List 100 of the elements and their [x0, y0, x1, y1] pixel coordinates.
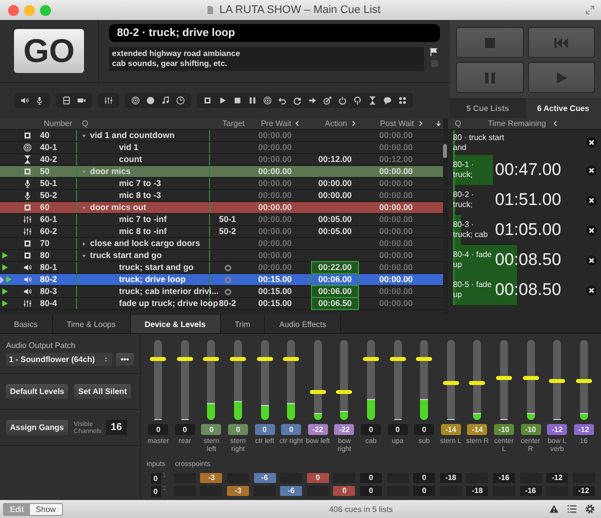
column-header[interactable]: Time Remaining [488, 119, 546, 128]
column-header[interactable]: Q [82, 119, 88, 128]
disclosure-triangle-icon[interactable] [81, 252, 87, 258]
cue-row[interactable]: 80 truck start and go 00:00.00 00:00.00 [0, 250, 443, 262]
dots-grid-icon[interactable] [398, 96, 407, 105]
cue-row[interactable]: 80-2 truck; drive loop 00:15.00 00:06.00 00:00.00 [0, 274, 443, 286]
inspector-tab[interactable]: Device & Levels [130, 315, 221, 333]
panel-tab[interactable]: 5 Cue Lists [450, 98, 526, 118]
cue-row[interactable]: 40-2 count 00:00.00 00:12.00 00:12.00 [0, 154, 443, 166]
cue-row[interactable]: 60-2 mic 8 to -inf 50-2 00:00.00 00:05.00 00:00.00 [0, 226, 443, 238]
close-icon[interactable] [586, 254, 597, 266]
chevron-left-icon[interactable] [552, 120, 559, 127]
cue-row[interactable]: 60-1 mic 7 to -inf 50-1 00:00.00 00:05.00 00:00.00 [0, 214, 443, 226]
inspector-tab[interactable]: Basics [0, 315, 53, 333]
scrollbar-thumb[interactable] [443, 144, 447, 158]
close-icon[interactable] [586, 284, 597, 296]
film-icon[interactable] [62, 96, 71, 105]
active-cue-row[interactable]: 80-1 · truck; 00:47.00 [448, 155, 601, 185]
cue-row[interactable]: 50-1 mic 7 to -3 00:00.00 00:00.00 00:00.00 [0, 178, 443, 190]
column-header[interactable]: Number [44, 119, 72, 128]
list-icon[interactable] [567, 504, 577, 514]
column-header[interactable]: Action [324, 119, 348, 128]
fader-thumb[interactable] [549, 379, 566, 383]
close-icon[interactable] [586, 194, 597, 206]
redo-icon[interactable] [293, 96, 302, 105]
play-icon[interactable] [218, 96, 227, 105]
stop-icon[interactable] [233, 96, 242, 105]
fader-thumb[interactable] [336, 390, 352, 394]
cue-row[interactable]: 40-1 vid 1 00:00.00 00:00.00 [0, 142, 443, 154]
square-icon[interactable] [203, 96, 212, 105]
music-note-icon[interactable] [161, 96, 170, 105]
arrow-right-icon[interactable] [308, 96, 317, 105]
column-header[interactable]: Post Wait [380, 119, 414, 128]
column-header[interactable]: Target [222, 119, 245, 128]
fader-thumb[interactable] [203, 357, 220, 362]
dart-icon[interactable] [323, 96, 332, 105]
down-arrow-icon[interactable] [434, 120, 442, 127]
inspector-tab[interactable]: Audio Effects [265, 315, 342, 333]
flag-icon[interactable] [429, 47, 439, 57]
ring-icon[interactable] [353, 96, 362, 105]
settings-icon[interactable] [585, 504, 595, 514]
cue-row[interactable]: 40 vid 1 and countdown 00:00.00 00:00.00 [0, 130, 443, 142]
fader-thumb[interactable] [416, 357, 432, 362]
fader-thumb[interactable] [576, 379, 592, 383]
inspector-tab[interactable]: Trim [220, 315, 266, 333]
fader-thumb[interactable] [522, 376, 539, 380]
fader-thumb[interactable] [176, 357, 193, 362]
more-button[interactable]: ••• [116, 353, 134, 366]
cue-row[interactable]: 80-4 fade up truck; drive loop80-2 00:15.00 00:06.50 00:00.00 [0, 298, 443, 310]
cue-row[interactable]: 80-1 truck; start and go 00:00.00 00:22.00 00:00.00 [0, 262, 443, 274]
cue-row[interactable]: 60 door mics out 00:00.00 00:00.00 [0, 202, 443, 214]
column-header[interactable]: Q [448, 119, 468, 128]
warning-icon[interactable] [549, 504, 559, 514]
disclosure-triangle-icon[interactable] [81, 132, 87, 138]
chevron-left-icon[interactable] [294, 120, 302, 127]
close-icon[interactable] [586, 164, 597, 176]
fader-thumb[interactable] [496, 376, 512, 380]
target-icon[interactable] [263, 96, 272, 105]
fader-thumb[interactable] [442, 381, 459, 386]
close-icon[interactable] [586, 224, 597, 236]
column-header[interactable]: Pre Wait [260, 119, 292, 128]
go-button[interactable]: GO [14, 29, 84, 73]
power-icon[interactable] [338, 96, 347, 105]
inspector-tab[interactable]: Time & Loops [52, 315, 131, 333]
chevron-right-icon[interactable] [416, 120, 424, 127]
visible-channels-field[interactable]: 16 [106, 420, 127, 435]
undo-icon[interactable] [278, 96, 287, 105]
cue-row[interactable]: 50 door mics 00:00.00 00:00.00 [0, 166, 443, 178]
cue-row[interactable]: 70 close and lock cargo doors 00:00.00 00:00.00 [0, 238, 443, 250]
mode-toggle[interactable]: Show [30, 504, 62, 514]
panel-tab[interactable]: 6 Active Cues [526, 98, 601, 118]
fader-thumb[interactable] [150, 357, 166, 362]
current-cue-name[interactable]: 80-2 · truck; drive loop [109, 24, 440, 42]
output-patch-dropdown[interactable]: 1 - Soundflower (64ch) [6, 353, 112, 366]
speech-bubble-icon[interactable] [383, 96, 392, 105]
cue-row[interactable]: 80-3 truck; cab interior drivi... 00:15.00 00:06.00 00:00.00 [0, 286, 443, 298]
fader-thumb[interactable] [283, 357, 300, 362]
sliders-icon[interactable] [104, 96, 113, 105]
level-button[interactable]: Set All Silent [74, 384, 131, 399]
fader-thumb[interactable] [230, 357, 246, 362]
fader-thumb[interactable] [469, 381, 486, 386]
close-icon[interactable] [586, 137, 597, 148]
clock-icon[interactable] [176, 96, 185, 105]
speaker-icon[interactable] [20, 96, 29, 105]
pause-icon[interactable] [248, 96, 257, 105]
video-camera-icon[interactable] [77, 96, 86, 105]
hourglass-icon[interactable] [368, 96, 377, 105]
disc-icon[interactable] [146, 96, 155, 105]
fader-thumb[interactable] [256, 357, 273, 362]
level-button[interactable]: Default Levels [6, 384, 68, 399]
cue-row[interactable]: 50-2 mic 8 to -3 00:00.00 00:00.00 00:00.00 [0, 190, 443, 202]
assign-gangs-button[interactable]: Assign Gangs [6, 420, 68, 435]
target-icon[interactable] [131, 96, 140, 105]
fader-thumb[interactable] [362, 357, 379, 362]
microphone-icon[interactable] [35, 96, 44, 105]
chevron-right-icon[interactable] [350, 120, 358, 127]
disclosure-triangle-icon[interactable] [81, 240, 87, 246]
fader-thumb[interactable] [310, 390, 326, 394]
fader-thumb[interactable] [390, 357, 406, 362]
fullscreen-icon[interactable] [585, 5, 595, 15]
